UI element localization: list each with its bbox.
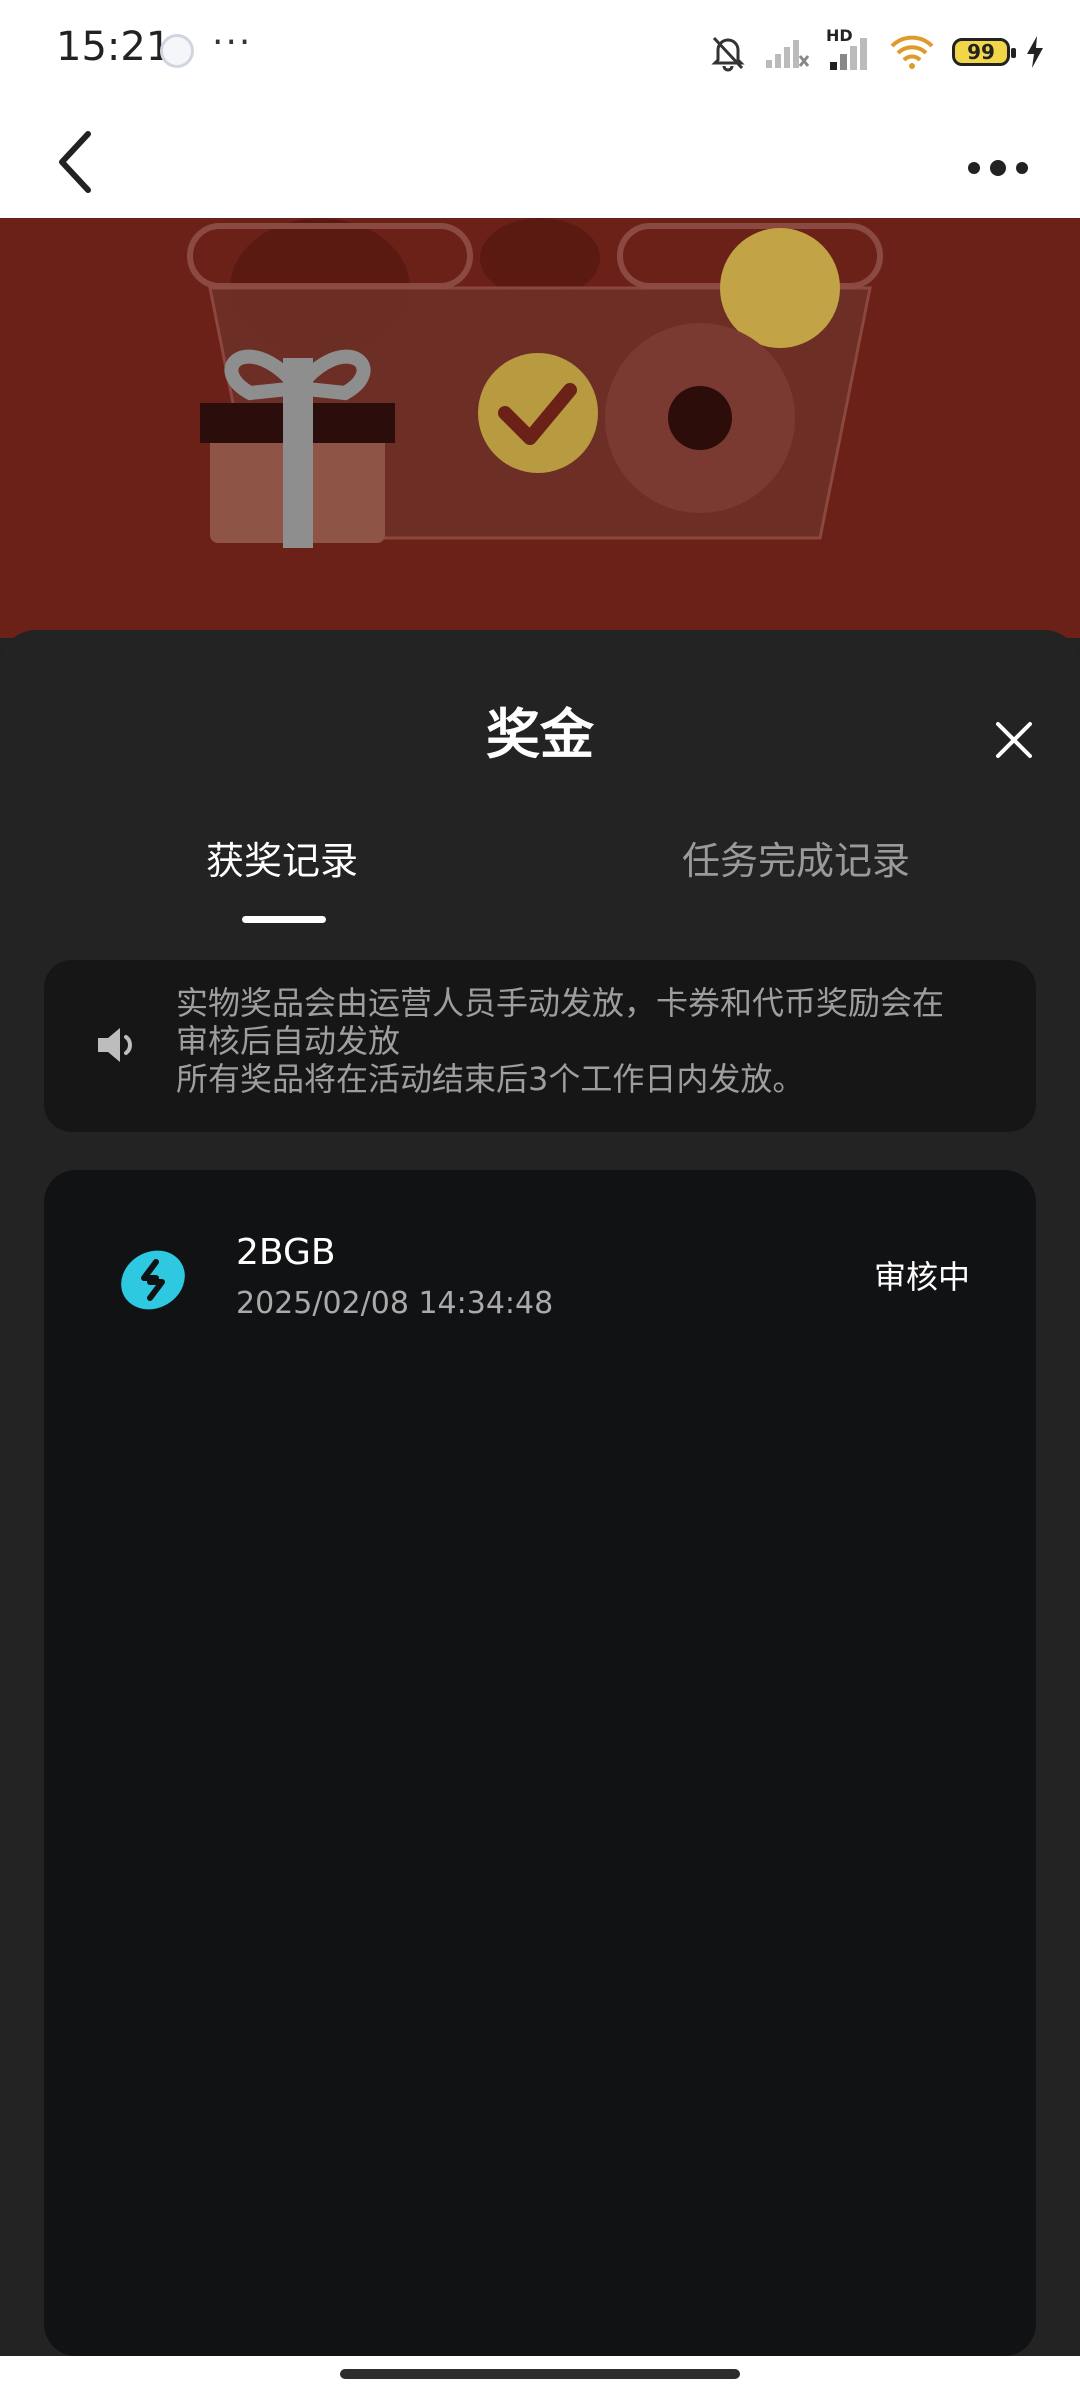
prize-basket-illustration (0, 218, 1080, 638)
record-name: 2BGB (236, 1232, 336, 1273)
active-tab-indicator (242, 916, 326, 923)
more-horizontal-icon (968, 160, 1028, 176)
close-button[interactable] (986, 712, 1042, 768)
back-button[interactable] (46, 118, 126, 198)
token-icon (121, 1250, 185, 1310)
tab-award-records[interactable]: 获奖记录 (206, 830, 358, 885)
more-options-button[interactable] (960, 124, 1040, 194)
wifi-icon (890, 35, 934, 69)
notice-banner: 实物奖品会由运营人员手动发放，卡券和代币奖励会在 审核后自动发放 所有奖品将在活… (44, 960, 1036, 1132)
bonus-sheet: 奖金 获奖记录 任务完成记录 实物奖品会由运营人员手动发放，卡券和代币奖励会在 … (0, 630, 1080, 2360)
status-bar: 15:21 ··· HD 99 (0, 0, 1080, 104)
home-indicator[interactable] (340, 2369, 740, 2379)
app-notification-icon (160, 34, 194, 68)
hero-banner (0, 218, 1080, 638)
list-item[interactable]: 2BGB 2025/02/08 14:34:48 审核中 (44, 1230, 1036, 1340)
record-time: 2025/02/08 14:34:48 (236, 1286, 554, 1321)
speaker-icon (98, 1028, 132, 1062)
status-badge: 审核中 (873, 1258, 970, 1296)
status-time: 15:21 (56, 24, 172, 70)
battery-icon: 99 (952, 38, 1016, 66)
tab-task-records[interactable]: 任务完成记录 (682, 830, 910, 885)
status-indicators: HD 99 (708, 26, 1044, 74)
status-more-icon: ··· (212, 22, 253, 63)
bell-muted-icon (711, 36, 745, 72)
signal-empty-icon (766, 40, 810, 68)
navigation-bar (0, 104, 1080, 218)
charging-icon (1027, 36, 1043, 68)
close-icon (996, 722, 1032, 758)
notice-text: 实物奖品会由运营人员手动发放，卡券和代币奖励会在 审核后自动发放 所有奖品将在活… (176, 984, 945, 1098)
award-records-list: 2BGB 2025/02/08 14:34:48 审核中 (44, 1170, 1036, 2356)
hd-signal-icon: HD (826, 26, 872, 72)
chevron-left-icon (59, 131, 91, 193)
sheet-title: 奖金 (486, 703, 594, 766)
